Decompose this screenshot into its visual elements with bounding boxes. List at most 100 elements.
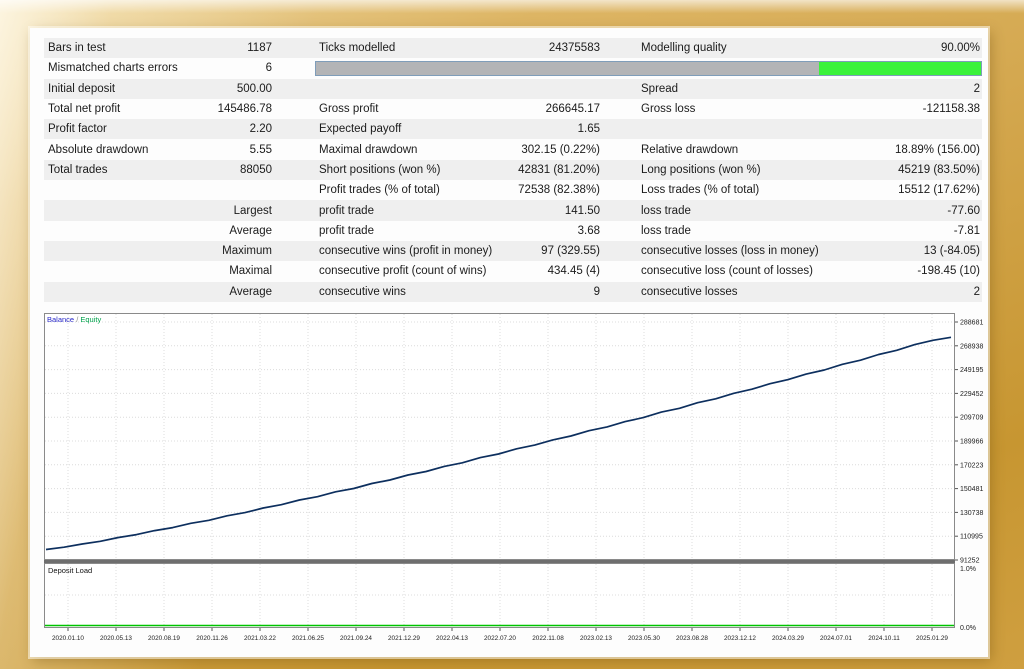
stat-value: 5.55: [250, 144, 315, 156]
stats-row: Averageprofit trade3.68loss trade -7.81: [44, 221, 982, 241]
stat-cell: consecutive wins (profit in money) 97 (32…: [315, 241, 637, 261]
stat-label: Mismatched charts errors: [44, 62, 178, 74]
x-axis-label: 2022.04.13: [436, 635, 468, 642]
stat-value: 2: [974, 83, 982, 95]
stat-cell: Absolute drawdown5.55: [44, 139, 315, 159]
stat-value: -77.60: [947, 205, 982, 217]
stats-row: Profit trades (% of total)72538 (82.38%)…: [44, 180, 982, 200]
stat-label: consecutive wins: [315, 286, 406, 298]
stat-cell: Maximum: [44, 241, 315, 261]
stat-label: Expected payoff: [315, 123, 401, 135]
stat-cell: Mismatched charts errors6: [44, 58, 315, 78]
x-axis-label: 2025.01.29: [916, 635, 948, 642]
stat-value: 88050: [240, 164, 315, 176]
stat-label: profit trade: [315, 225, 374, 237]
stat-cell: consecutive loss (count of losses)-198.4…: [637, 261, 982, 281]
stat-value: 2: [974, 286, 982, 298]
stat-value: 141.50: [565, 205, 637, 217]
modelling-quality-bar: [315, 61, 982, 76]
stat-value: 18.89% (156.00): [895, 144, 982, 156]
stat-cell: Gross profit 266645.17: [315, 99, 637, 119]
y-axis-label: 268938: [960, 343, 983, 350]
stat-cell: Modelling quality90.00%: [637, 38, 982, 58]
x-axis-label: 2023.02.13: [580, 635, 612, 642]
stat-value: 42831 (81.20%): [518, 164, 637, 176]
stat-value: 45219 (83.50%): [898, 164, 982, 176]
x-axis-label: 2020.08.19: [148, 635, 180, 642]
stat-value: 72538 (82.38%): [518, 184, 637, 196]
stat-label: consecutive wins (profit in money): [315, 245, 492, 257]
stat-cell: loss trade -7.81: [637, 221, 982, 241]
stat-value: -121158.38: [923, 103, 982, 115]
stat-label: loss trade: [637, 225, 691, 237]
x-axis-label: 2022.07.20: [484, 635, 516, 642]
stats-row: Largestprofit trade141.50loss trade-77.6…: [44, 200, 982, 220]
stat-cell: Maximal: [44, 261, 315, 281]
stats-table: Bars in test1187Ticks modelled24375583Mo…: [44, 38, 982, 302]
stat-cell: Profit factor2.20: [44, 119, 315, 139]
x-axis-label: 2020.05.13: [100, 635, 132, 642]
stat-label: consecutive loss (count of losses): [637, 265, 813, 277]
stat-label: Bars in test: [44, 42, 106, 54]
stat-value: 97 (329.55): [541, 245, 637, 257]
stat-label: Gross profit: [315, 103, 378, 115]
stat-label: consecutive losses (loss in money): [637, 245, 819, 257]
subpanel-min-label: 0.0%: [960, 625, 976, 632]
stat-cell: profit trade3.68: [315, 221, 637, 241]
stats-row: Absolute drawdown5.55Maximal drawdown302…: [44, 139, 982, 159]
stats-row: Total trades 88050Short positions (won %)…: [44, 160, 982, 180]
stat-value: Maximum: [222, 245, 315, 257]
x-axis-label: 2024.07.01: [820, 635, 852, 642]
stats-row: Profit factor2.20Expected payoff1.65: [44, 119, 982, 139]
stat-value: 500.00: [237, 83, 315, 95]
stats-row: Mismatched charts errors6: [44, 58, 982, 78]
modelling-quality-bar-green: [819, 62, 981, 75]
y-axis-label: 288681: [960, 320, 983, 327]
desktop-background: Bars in test1187Ticks modelled24375583Mo…: [0, 0, 1024, 669]
stat-value: -7.81: [954, 225, 982, 237]
stat-cell: Spread 2: [637, 79, 982, 99]
stat-label: Total trades: [44, 164, 107, 176]
stat-label: Loss trades (% of total): [637, 184, 759, 196]
stat-cell: Initial deposit 500.00: [44, 79, 315, 99]
stat-label: Spread: [637, 83, 678, 95]
stat-label: Profit factor: [44, 123, 107, 135]
stat-label: Initial deposit: [44, 83, 115, 95]
stat-value: 145486.78: [218, 103, 315, 115]
stats-row: Maximalconsecutive profit (count of wins…: [44, 261, 982, 281]
x-axis-label: 2021.12.29: [388, 635, 420, 642]
stat-label: Relative drawdown: [637, 144, 738, 156]
y-axis-label: 110995: [960, 534, 983, 541]
stat-cell: Ticks modelled24375583: [315, 38, 637, 58]
stat-cell: Loss trades (% of total) 15512 (17.62%): [637, 180, 982, 200]
subpanel-max-label: 1.0%: [960, 566, 976, 573]
stat-label: Total net profit: [44, 103, 120, 115]
x-axis-label: 2022.11.08: [532, 635, 564, 642]
stats-row: Bars in test1187Ticks modelled24375583Mo…: [44, 38, 982, 58]
panel-divider: [44, 560, 955, 563]
stat-cell: Total net profit 145486.78: [44, 99, 315, 119]
deposit-load-label: Deposit Load: [48, 566, 92, 575]
strategy-tester-report: Bars in test1187Ticks modelled24375583Mo…: [30, 28, 988, 657]
stats-row: Averageconsecutive wins9consecutive loss…: [44, 282, 982, 302]
stat-value: 434.45 (4): [548, 265, 637, 277]
stat-cell: Relative drawdown 18.89% (156.00): [637, 139, 982, 159]
y-axis-label: 249195: [960, 367, 983, 374]
x-axis-label: 2021.09.24: [340, 635, 372, 642]
stat-value: 266645.17: [546, 103, 637, 115]
y-axis-label: 229452: [960, 391, 983, 398]
stat-label: consecutive losses: [637, 286, 738, 298]
stat-label: Ticks modelled: [315, 42, 395, 54]
stat-value: 15512 (17.62%): [898, 184, 982, 196]
stat-value: 9: [594, 286, 637, 298]
balance-chart: 2886812689382491952294522097091899661702…: [44, 313, 988, 653]
stat-cell: profit trade141.50: [315, 200, 637, 220]
stat-cell: [44, 180, 315, 200]
stat-cell: Short positions (won %)42831 (81.20%): [315, 160, 637, 180]
stat-cell: Expected payoff1.65: [315, 119, 637, 139]
stat-value: Average: [229, 225, 315, 237]
stat-value: 13 (-84.05): [924, 245, 982, 257]
y-axis-label: 209709: [960, 415, 983, 422]
stat-cell: [315, 79, 637, 99]
stat-cell: consecutive losses 2: [637, 282, 982, 302]
